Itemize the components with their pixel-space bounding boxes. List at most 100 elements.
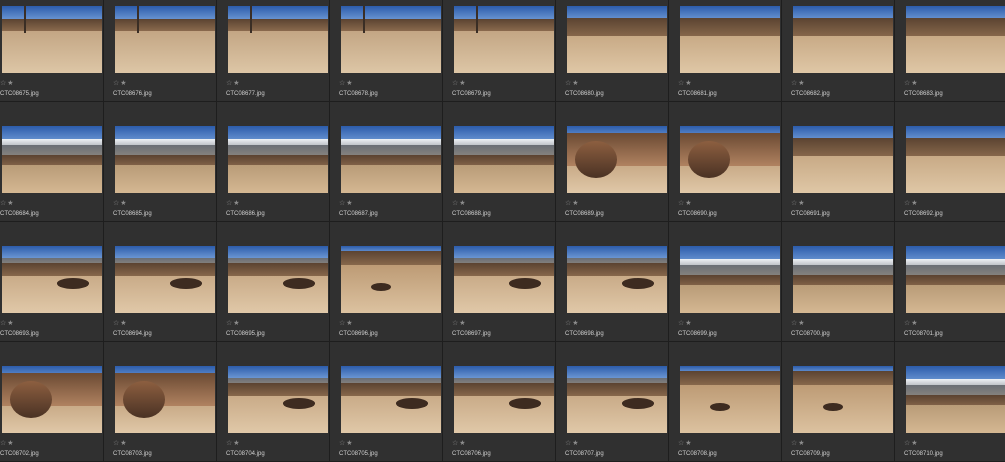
photo-cell[interactable]: ☆★ CTC08685.jpg <box>104 102 217 222</box>
photo-thumbnail[interactable] <box>454 126 554 193</box>
star-rating-icon[interactable]: ☆★ <box>904 80 919 88</box>
photo-cell[interactable]: ☆★ CTC08684.jpg <box>0 102 104 222</box>
star-rating-icon[interactable]: ☆★ <box>0 200 15 208</box>
photo-cell[interactable]: ☆★ CTC08687.jpg <box>330 102 443 222</box>
star-rating-icon[interactable]: ☆★ <box>678 320 693 328</box>
photo-cell[interactable]: ☆★ CTC08706.jpg <box>443 342 556 462</box>
photo-thumbnail[interactable] <box>115 246 215 313</box>
star-rating-icon[interactable]: ☆★ <box>904 440 919 448</box>
photo-cell[interactable]: ☆★ CTC08693.jpg <box>0 222 104 342</box>
photo-cell[interactable]: ☆★ CTC08682.jpg <box>782 0 895 102</box>
photo-thumbnail[interactable] <box>680 246 780 313</box>
star-rating-icon[interactable]: ☆★ <box>791 320 806 328</box>
photo-thumbnail[interactable] <box>341 366 441 433</box>
photo-thumbnail[interactable] <box>2 246 102 313</box>
photo-thumbnail[interactable] <box>793 6 893 73</box>
photo-cell[interactable]: ☆★ CTC08700.jpg <box>782 222 895 342</box>
photo-thumbnail[interactable] <box>341 246 441 313</box>
photo-cell[interactable]: ☆★ CTC08710.jpg <box>895 342 1005 462</box>
photo-cell[interactable]: ☆★ CTC08709.jpg <box>782 342 895 462</box>
photo-thumbnail[interactable] <box>228 6 328 73</box>
photo-thumbnail[interactable] <box>567 366 667 433</box>
star-rating-icon[interactable]: ☆★ <box>226 320 241 328</box>
star-rating-icon[interactable]: ☆★ <box>113 320 128 328</box>
star-rating-icon[interactable]: ☆★ <box>226 80 241 88</box>
photo-cell[interactable]: ☆★ CTC08683.jpg <box>895 0 1005 102</box>
photo-cell[interactable]: ☆★ CTC08701.jpg <box>895 222 1005 342</box>
photo-cell[interactable]: ☆★ CTC08681.jpg <box>669 0 782 102</box>
photo-cell[interactable]: ☆★ CTC08686.jpg <box>217 102 330 222</box>
photo-thumbnail[interactable] <box>793 126 893 193</box>
photo-cell[interactable]: ☆★ CTC08680.jpg <box>556 0 669 102</box>
star-rating-icon[interactable]: ☆★ <box>678 440 693 448</box>
photo-thumbnail[interactable] <box>680 366 780 433</box>
photo-thumbnail[interactable] <box>680 126 780 193</box>
photo-cell[interactable]: ☆★ CTC08675.jpg <box>0 0 104 102</box>
star-rating-icon[interactable]: ☆★ <box>791 440 806 448</box>
photo-thumbnail[interactable] <box>115 6 215 73</box>
star-rating-icon[interactable]: ☆★ <box>678 80 693 88</box>
star-rating-icon[interactable]: ☆★ <box>339 320 354 328</box>
photo-thumbnail[interactable] <box>454 6 554 73</box>
star-rating-icon[interactable]: ☆★ <box>226 440 241 448</box>
star-rating-icon[interactable]: ☆★ <box>565 80 580 88</box>
photo-cell[interactable]: ☆★ CTC08699.jpg <box>669 222 782 342</box>
photo-cell[interactable]: ☆★ CTC08708.jpg <box>669 342 782 462</box>
star-rating-icon[interactable]: ☆★ <box>565 200 580 208</box>
photo-thumbnail[interactable] <box>454 366 554 433</box>
photo-thumbnail[interactable] <box>567 126 667 193</box>
photo-cell[interactable]: ☆★ CTC08703.jpg <box>104 342 217 462</box>
photo-thumbnail[interactable] <box>793 366 893 433</box>
photo-thumbnail[interactable] <box>115 366 215 433</box>
photo-thumbnail[interactable] <box>115 126 215 193</box>
star-rating-icon[interactable]: ☆★ <box>904 320 919 328</box>
photo-cell[interactable]: ☆★ CTC08676.jpg <box>104 0 217 102</box>
star-rating-icon[interactable]: ☆★ <box>452 200 467 208</box>
photo-cell[interactable]: ☆★ CTC08707.jpg <box>556 342 669 462</box>
star-rating-icon[interactable]: ☆★ <box>113 440 128 448</box>
star-rating-icon[interactable]: ☆★ <box>113 200 128 208</box>
photo-thumbnail[interactable] <box>906 366 1005 433</box>
photo-thumbnail[interactable] <box>906 6 1005 73</box>
photo-thumbnail[interactable] <box>906 126 1005 193</box>
star-rating-icon[interactable]: ☆★ <box>452 440 467 448</box>
star-rating-icon[interactable]: ☆★ <box>565 320 580 328</box>
photo-thumbnail[interactable] <box>2 6 102 73</box>
star-rating-icon[interactable]: ☆★ <box>565 440 580 448</box>
photo-cell[interactable]: ☆★ CTC08702.jpg <box>0 342 104 462</box>
star-rating-icon[interactable]: ☆★ <box>113 80 128 88</box>
photo-cell[interactable]: ☆★ CTC08678.jpg <box>330 0 443 102</box>
photo-cell[interactable]: ☆★ CTC08698.jpg <box>556 222 669 342</box>
photo-cell[interactable]: ☆★ CTC08697.jpg <box>443 222 556 342</box>
photo-thumbnail[interactable] <box>2 366 102 433</box>
star-rating-icon[interactable]: ☆★ <box>0 80 15 88</box>
star-rating-icon[interactable]: ☆★ <box>339 440 354 448</box>
photo-thumbnail[interactable] <box>567 6 667 73</box>
star-rating-icon[interactable]: ☆★ <box>904 200 919 208</box>
star-rating-icon[interactable]: ☆★ <box>339 200 354 208</box>
photo-thumbnail[interactable] <box>228 126 328 193</box>
photo-cell[interactable]: ☆★ CTC08688.jpg <box>443 102 556 222</box>
photo-thumbnail[interactable] <box>2 126 102 193</box>
photo-cell[interactable]: ☆★ CTC08694.jpg <box>104 222 217 342</box>
photo-cell[interactable]: ☆★ CTC08696.jpg <box>330 222 443 342</box>
photo-cell[interactable]: ☆★ CTC08690.jpg <box>669 102 782 222</box>
star-rating-icon[interactable]: ☆★ <box>339 80 354 88</box>
star-rating-icon[interactable]: ☆★ <box>0 440 15 448</box>
photo-cell[interactable]: ☆★ CTC08705.jpg <box>330 342 443 462</box>
star-rating-icon[interactable]: ☆★ <box>791 80 806 88</box>
photo-cell[interactable]: ☆★ CTC08691.jpg <box>782 102 895 222</box>
photo-cell[interactable]: ☆★ CTC08689.jpg <box>556 102 669 222</box>
photo-cell[interactable]: ☆★ CTC08695.jpg <box>217 222 330 342</box>
star-rating-icon[interactable]: ☆★ <box>791 200 806 208</box>
photo-thumbnail[interactable] <box>567 246 667 313</box>
photo-thumbnail[interactable] <box>906 246 1005 313</box>
photo-thumbnail[interactable] <box>228 246 328 313</box>
photo-cell[interactable]: ☆★ CTC08677.jpg <box>217 0 330 102</box>
photo-thumbnail[interactable] <box>341 6 441 73</box>
star-rating-icon[interactable]: ☆★ <box>226 200 241 208</box>
photo-cell[interactable]: ☆★ CTC08704.jpg <box>217 342 330 462</box>
photo-thumbnail[interactable] <box>454 246 554 313</box>
photo-thumbnail[interactable] <box>228 366 328 433</box>
star-rating-icon[interactable]: ☆★ <box>452 80 467 88</box>
